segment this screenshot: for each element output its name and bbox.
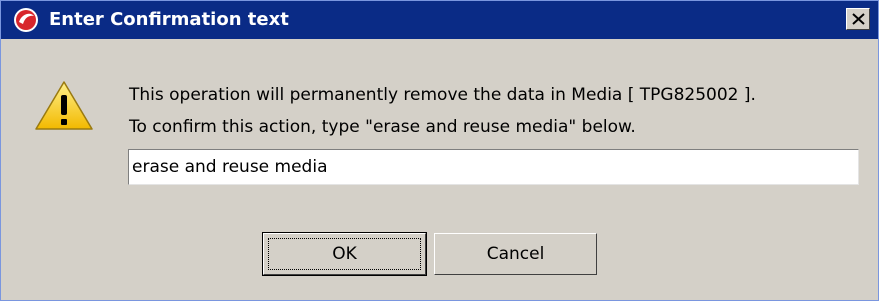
- ok-button[interactable]: OK: [262, 232, 427, 276]
- cancel-button[interactable]: Cancel: [434, 233, 597, 275]
- title-bar[interactable]: Enter Confirmation text: [1, 1, 878, 39]
- window-title: Enter Confirmation text: [49, 9, 289, 30]
- app-logo-icon: [13, 7, 39, 33]
- confirmation-dialog: Enter Confirmation text This operation w…: [0, 0, 879, 301]
- message-line-1: This operation will permanently remove t…: [129, 85, 756, 105]
- warning-icon: [33, 79, 95, 133]
- confirmation-text-input[interactable]: [128, 149, 859, 185]
- ok-button-label: OK: [332, 244, 357, 264]
- message-line-2: To confirm this action, type "erase and …: [129, 117, 636, 137]
- close-button[interactable]: [846, 8, 870, 30]
- close-icon: [852, 13, 865, 25]
- cancel-button-label: Cancel: [486, 244, 545, 264]
